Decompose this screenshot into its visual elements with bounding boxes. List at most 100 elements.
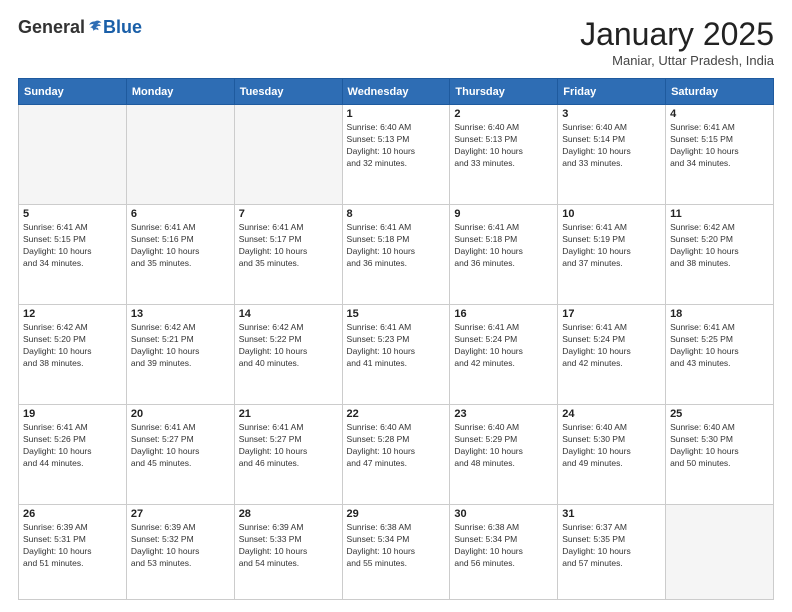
day-info: Sunrise: 6:40 AMSunset: 5:13 PMDaylight:… <box>454 122 553 170</box>
day-info: Sunrise: 6:41 AMSunset: 5:27 PMDaylight:… <box>239 422 338 470</box>
day-info: Sunrise: 6:41 AMSunset: 5:15 PMDaylight:… <box>670 122 769 170</box>
calendar-cell: 14 Sunrise: 6:42 AMSunset: 5:22 PMDayligh… <box>234 304 342 404</box>
day-info: Sunrise: 6:40 AMSunset: 5:14 PMDaylight:… <box>562 122 661 170</box>
day-info: Sunrise: 6:41 AMSunset: 5:27 PMDaylight:… <box>131 422 230 470</box>
day-info: Sunrise: 6:40 AMSunset: 5:30 PMDaylight:… <box>670 422 769 470</box>
day-number: 4 <box>670 108 769 120</box>
day-number: 18 <box>670 308 769 320</box>
calendar-cell: 29 Sunrise: 6:38 AMSunset: 5:34 PMDayligh… <box>342 504 450 599</box>
logo-general-text: General <box>18 18 85 36</box>
calendar-week-row: 12 Sunrise: 6:42 AMSunset: 5:20 PMDayligh… <box>19 304 774 404</box>
day-info: Sunrise: 6:41 AMSunset: 5:17 PMDaylight:… <box>239 222 338 270</box>
calendar-cell: 19Sunrise: 6:41 AMSunset: 5:26 PMDayligh… <box>19 404 127 504</box>
day-info: Sunrise: 6:42 AMSunset: 5:22 PMDaylight:… <box>239 322 338 370</box>
day-number: 24 <box>562 408 661 420</box>
calendar-cell: 23Sunrise: 6:40 AMSunset: 5:29 PMDayligh… <box>450 404 558 504</box>
calendar-cell: 28 Sunrise: 6:39 AMSunset: 5:33 PMDayligh… <box>234 504 342 599</box>
calendar-cell: 13 Sunrise: 6:42 AMSunset: 5:21 PMDayligh… <box>126 304 234 404</box>
day-number: 11 <box>670 208 769 220</box>
day-number: 30 <box>454 508 553 520</box>
day-number: 29 <box>347 508 446 520</box>
day-info: Sunrise: 6:41 AMSunset: 5:24 PMDaylight:… <box>454 322 553 370</box>
logo-blue-text: Blue <box>103 18 142 36</box>
day-info: Sunrise: 6:40 AMSunset: 5:28 PMDaylight:… <box>347 422 446 470</box>
day-number: 25 <box>670 408 769 420</box>
col-tuesday: Tuesday <box>234 79 342 105</box>
day-info: Sunrise: 6:42 AMSunset: 5:21 PMDaylight:… <box>131 322 230 370</box>
col-wednesday: Wednesday <box>342 79 450 105</box>
calendar-cell: 22 Sunrise: 6:40 AMSunset: 5:28 PMDayligh… <box>342 404 450 504</box>
col-saturday: Saturday <box>666 79 774 105</box>
day-number: 6 <box>131 208 230 220</box>
calendar-cell: 31 Sunrise: 6:37 AMSunset: 5:35 PMDayligh… <box>558 504 666 599</box>
logo: General Blue <box>18 18 142 36</box>
day-info: Sunrise: 6:42 AMSunset: 5:20 PMDaylight:… <box>670 222 769 270</box>
day-number: 27 <box>131 508 230 520</box>
calendar-cell: 20 Sunrise: 6:41 AMSunset: 5:27 PMDayligh… <box>126 404 234 504</box>
day-info: Sunrise: 6:40 AMSunset: 5:29 PMDaylight:… <box>454 422 553 470</box>
calendar-header-row: Sunday Monday Tuesday Wednesday Thursday… <box>19 79 774 105</box>
day-number: 3 <box>562 108 661 120</box>
calendar-cell: 12 Sunrise: 6:42 AMSunset: 5:20 PMDayligh… <box>19 304 127 404</box>
day-info: Sunrise: 6:39 AMSunset: 5:31 PMDaylight:… <box>23 522 122 570</box>
day-number: 28 <box>239 508 338 520</box>
calendar-cell: 15 Sunrise: 6:41 AMSunset: 5:23 PMDayligh… <box>342 304 450 404</box>
day-number: 14 <box>239 308 338 320</box>
day-number: 5 <box>23 208 122 220</box>
day-info: Sunrise: 6:37 AMSunset: 5:35 PMDaylight:… <box>562 522 661 570</box>
calendar-cell <box>19 105 127 205</box>
day-number: 13 <box>131 308 230 320</box>
col-thursday: Thursday <box>450 79 558 105</box>
col-friday: Friday <box>558 79 666 105</box>
calendar-cell: 1 Sunrise: 6:40 AMSunset: 5:13 PMDaylight… <box>342 105 450 205</box>
day-info: Sunrise: 6:42 AMSunset: 5:20 PMDaylight:… <box>23 322 122 370</box>
day-number: 9 <box>454 208 553 220</box>
calendar-cell: 16 Sunrise: 6:41 AMSunset: 5:24 PMDayligh… <box>450 304 558 404</box>
calendar-week-row: 19Sunrise: 6:41 AMSunset: 5:26 PMDayligh… <box>19 404 774 504</box>
calendar-cell: 26 Sunrise: 6:39 AMSunset: 5:31 PMDayligh… <box>19 504 127 599</box>
day-info: Sunrise: 6:38 AMSunset: 5:34 PMDaylight:… <box>454 522 553 570</box>
calendar-cell: 30 Sunrise: 6:38 AMSunset: 5:34 PMDayligh… <box>450 504 558 599</box>
day-number: 31 <box>562 508 661 520</box>
calendar-table: Sunday Monday Tuesday Wednesday Thursday… <box>18 78 774 600</box>
day-info: Sunrise: 6:41 AMSunset: 5:26 PMDaylight:… <box>23 422 122 470</box>
header: General Blue January 2025 Maniar, Uttar … <box>18 18 774 68</box>
calendar-cell: 24Sunrise: 6:40 AMSunset: 5:30 PMDayligh… <box>558 404 666 504</box>
day-number: 26 <box>23 508 122 520</box>
day-info: Sunrise: 6:41 AMSunset: 5:18 PMDaylight:… <box>347 222 446 270</box>
calendar-cell <box>126 105 234 205</box>
calendar-cell <box>666 504 774 599</box>
day-number: 16 <box>454 308 553 320</box>
day-number: 15 <box>347 308 446 320</box>
day-number: 22 <box>347 408 446 420</box>
day-info: Sunrise: 6:41 AMSunset: 5:25 PMDaylight:… <box>670 322 769 370</box>
calendar-week-row: 5Sunrise: 6:41 AMSunset: 5:15 PMDaylight… <box>19 204 774 304</box>
day-number: 1 <box>347 108 446 120</box>
calendar-cell: 21 Sunrise: 6:41 AMSunset: 5:27 PMDayligh… <box>234 404 342 504</box>
day-info: Sunrise: 6:40 AMSunset: 5:13 PMDaylight:… <box>347 122 446 170</box>
day-number: 10 <box>562 208 661 220</box>
day-info: Sunrise: 6:41 AMSunset: 5:24 PMDaylight:… <box>562 322 661 370</box>
day-info: Sunrise: 6:38 AMSunset: 5:34 PMDaylight:… <box>347 522 446 570</box>
day-number: 21 <box>239 408 338 420</box>
day-info: Sunrise: 6:41 AMSunset: 5:23 PMDaylight:… <box>347 322 446 370</box>
calendar-cell: 7Sunrise: 6:41 AMSunset: 5:17 PMDaylight… <box>234 204 342 304</box>
calendar-week-row: 26 Sunrise: 6:39 AMSunset: 5:31 PMDayligh… <box>19 504 774 599</box>
col-monday: Monday <box>126 79 234 105</box>
day-number: 2 <box>454 108 553 120</box>
day-number: 17 <box>562 308 661 320</box>
day-number: 12 <box>23 308 122 320</box>
calendar-cell: 27Sunrise: 6:39 AMSunset: 5:32 PMDayligh… <box>126 504 234 599</box>
day-number: 20 <box>131 408 230 420</box>
calendar-week-row: 1 Sunrise: 6:40 AMSunset: 5:13 PMDaylight… <box>19 105 774 205</box>
day-info: Sunrise: 6:41 AMSunset: 5:18 PMDaylight:… <box>454 222 553 270</box>
calendar-cell: 11 Sunrise: 6:42 AMSunset: 5:20 PMDayligh… <box>666 204 774 304</box>
calendar-cell: 5Sunrise: 6:41 AMSunset: 5:15 PMDaylight… <box>19 204 127 304</box>
day-info: Sunrise: 6:41 AMSunset: 5:19 PMDaylight:… <box>562 222 661 270</box>
calendar-cell: 25 Sunrise: 6:40 AMSunset: 5:30 PMDayligh… <box>666 404 774 504</box>
calendar-cell: 18 Sunrise: 6:41 AMSunset: 5:25 PMDayligh… <box>666 304 774 404</box>
day-info: Sunrise: 6:39 AMSunset: 5:33 PMDaylight:… <box>239 522 338 570</box>
day-info: Sunrise: 6:41 AMSunset: 5:16 PMDaylight:… <box>131 222 230 270</box>
month-title: January 2025 <box>580 18 774 50</box>
calendar-cell: 9 Sunrise: 6:41 AMSunset: 5:18 PMDaylight… <box>450 204 558 304</box>
